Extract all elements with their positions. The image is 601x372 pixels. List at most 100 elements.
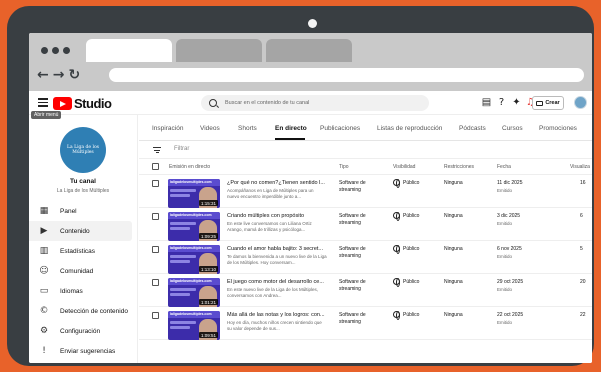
reload-icon[interactable]: ↻ <box>68 66 80 84</box>
visibility-cell[interactable]: Público <box>393 179 419 188</box>
tab-inspiracion[interactable]: Inspiración <box>152 125 183 132</box>
community-icon: ☺ <box>39 266 49 276</box>
video-title[interactable]: ¿Por qué no comen?¿Tienen sentido l... <box>227 180 329 186</box>
video-thumbnail[interactable]: laligadelosmultiples.com 1:13:10 <box>168 245 220 274</box>
visibility-cell[interactable]: Público <box>393 311 419 320</box>
search-input[interactable]: Buscar en el contenido de tu canal <box>225 100 309 106</box>
channel-avatar[interactable]: La Liga de los Múltiples <box>60 127 106 173</box>
table-row[interactable]: laligadelosmultiples.com 1:09:25 Criando… <box>139 208 592 241</box>
video-type: Software de streaming <box>339 246 366 259</box>
video-description: Acompáñanos en Liga de Múltiples para un… <box>227 188 314 199</box>
tab-videos[interactable]: Videos <box>200 125 220 132</box>
video-thumbnail[interactable]: laligadelosmultiples.com 1:01:21 <box>168 278 220 307</box>
sidebar-item-panel[interactable]: ▦ Panel <box>29 201 132 221</box>
tab-listas[interactable]: Listas de reproducción <box>377 125 442 132</box>
sparkle-icon[interactable]: ✦ <box>511 97 522 108</box>
video-title[interactable]: Cuando el amor habla bajito: 3 secret... <box>227 246 329 252</box>
filter-input[interactable]: Filtrar <box>174 146 189 152</box>
video-description: Hoy en día, muchos niños crecen sintiend… <box>227 320 322 331</box>
sidebar-item-label: Enviar sugerencias <box>60 347 116 355</box>
copyright-icon: © <box>39 306 49 316</box>
close-window-icon[interactable] <box>41 47 48 54</box>
sidebar-item-deteccion[interactable]: © Detección de contenido <box>29 301 132 321</box>
restrictions-value: Ninguna <box>444 279 463 285</box>
row-checkbox[interactable] <box>152 246 159 253</box>
video-description: En este nuevo live de la Liga de los Múl… <box>227 287 319 298</box>
video-title[interactable]: El juego como motor del desarrollo ce... <box>227 279 329 285</box>
row-checkbox[interactable] <box>152 279 159 286</box>
header-restrictions: Restricciones <box>444 164 475 170</box>
header-visibility: Visibilidad <box>393 164 416 170</box>
maximize-window-icon[interactable] <box>63 47 70 54</box>
sidebar-item-contenido[interactable]: ▶ Contenido <box>29 221 132 241</box>
visibility-cell[interactable]: Público <box>393 245 419 254</box>
minimize-window-icon[interactable] <box>52 47 59 54</box>
video-duration: 1:09:25 <box>198 233 218 239</box>
video-type: Software de streaming <box>339 279 366 292</box>
date-value: 3 dic 2025 <box>497 213 521 219</box>
account-avatar[interactable] <box>574 96 587 109</box>
table-row[interactable]: laligadelosmultiples.com 1:13:10 Cuando … <box>139 241 592 274</box>
tab-shorts[interactable]: Shorts <box>238 125 257 132</box>
screen: ← → ↻ Studio Abrir menú Buscar en el con… <box>29 33 592 363</box>
studio-topbar: Studio Abrir menú Buscar en el contenido… <box>29 91 592 119</box>
sidebar-item-estadisticas[interactable]: ▥ Estadísticas <box>29 241 132 261</box>
create-button[interactable]: Crear <box>532 96 564 110</box>
feedback-icon: ! <box>42 346 46 356</box>
search-bar[interactable]: Buscar en el contenido de tu canal <box>201 95 429 111</box>
sidebar-item-comunidad[interactable]: ☺ Comunidad <box>29 261 132 281</box>
date-value: 11 dic 2025 <box>497 180 523 186</box>
menu-icon[interactable] <box>38 98 48 107</box>
studio-app: Studio Abrir menú Buscar en el contenido… <box>29 91 592 363</box>
globe-icon <box>393 278 400 287</box>
views-value: 16 <box>580 180 586 186</box>
select-all-checkbox[interactable] <box>152 163 159 170</box>
sidebar-item-label: Detección de contenido <box>60 307 128 315</box>
row-checkbox[interactable] <box>152 312 159 319</box>
table-row[interactable]: laligadelosmultiples.com 1:01:21 El jueg… <box>139 274 592 307</box>
browser-tab-active[interactable] <box>86 39 172 62</box>
views-value: 20 <box>580 279 586 285</box>
sidebar-item-sugerencias[interactable]: ! Enviar sugerencias <box>29 341 132 361</box>
sidebar-item-idiomas[interactable]: ▭ Idiomas <box>29 281 132 301</box>
content-icon: ▶ <box>40 226 48 236</box>
date-status: Emitido <box>497 221 513 226</box>
video-title[interactable]: Más allá de las notas y los logros: con.… <box>227 312 329 318</box>
restrictions-value: Ninguna <box>444 312 463 318</box>
restrictions-value: Ninguna <box>444 180 463 186</box>
table-row[interactable]: laligadelosmultiples.com 1:15:31 ¿Por qu… <box>139 175 592 208</box>
tab-cursos[interactable]: Cursos <box>502 125 523 132</box>
video-description: Te damos la bienvenida a un nuevo live d… <box>227 254 327 265</box>
filter-row[interactable]: Filtrar <box>139 141 592 159</box>
captions-icon[interactable]: ▤ <box>481 97 492 108</box>
video-thumbnail[interactable]: laligadelosmultiples.com 1:09:25 <box>168 212 220 241</box>
date-status: Emitido <box>497 287 513 292</box>
sidebar-item-configuracion[interactable]: ⚙ Configuración <box>29 321 132 341</box>
views-value: 6 <box>580 213 583 219</box>
row-checkbox[interactable] <box>152 213 159 220</box>
tab-publicaciones[interactable]: Publicaciones <box>320 125 360 132</box>
browser-tab[interactable] <box>176 39 262 62</box>
date-status: Emitido <box>497 188 513 193</box>
forward-arrow-icon[interactable]: → <box>53 66 65 84</box>
help-icon[interactable]: ? <box>496 97 507 108</box>
table-row[interactable]: laligadelosmultiples.com 1:09:51 Más all… <box>139 307 592 340</box>
tab-promociones[interactable]: Promociones <box>539 125 577 132</box>
url-bar[interactable] <box>109 68 584 82</box>
studio-logo[interactable]: Studio <box>53 96 112 111</box>
row-checkbox[interactable] <box>152 180 159 187</box>
browser-tab[interactable] <box>266 39 352 62</box>
tab-podcasts[interactable]: Pódcasts <box>459 125 486 132</box>
video-thumbnail[interactable]: laligadelosmultiples.com 1:09:51 <box>168 311 220 340</box>
video-title[interactable]: Criando múltiples con propósito <box>227 213 329 219</box>
back-arrow-icon[interactable]: ← <box>37 66 49 84</box>
filter-icon[interactable] <box>153 147 161 155</box>
subtitles-icon: ▭ <box>39 286 49 296</box>
tab-en-directo[interactable]: En directo <box>275 125 307 132</box>
visibility-cell[interactable]: Público <box>393 212 419 221</box>
visibility-cell[interactable]: Público <box>393 278 419 287</box>
window-controls[interactable] <box>41 47 70 54</box>
video-thumbnail[interactable]: laligadelosmultiples.com 1:15:31 <box>168 179 220 208</box>
content-main: Inspiración Videos Shorts En directo Pub… <box>139 115 592 363</box>
restrictions-value: Ninguna <box>444 246 463 252</box>
